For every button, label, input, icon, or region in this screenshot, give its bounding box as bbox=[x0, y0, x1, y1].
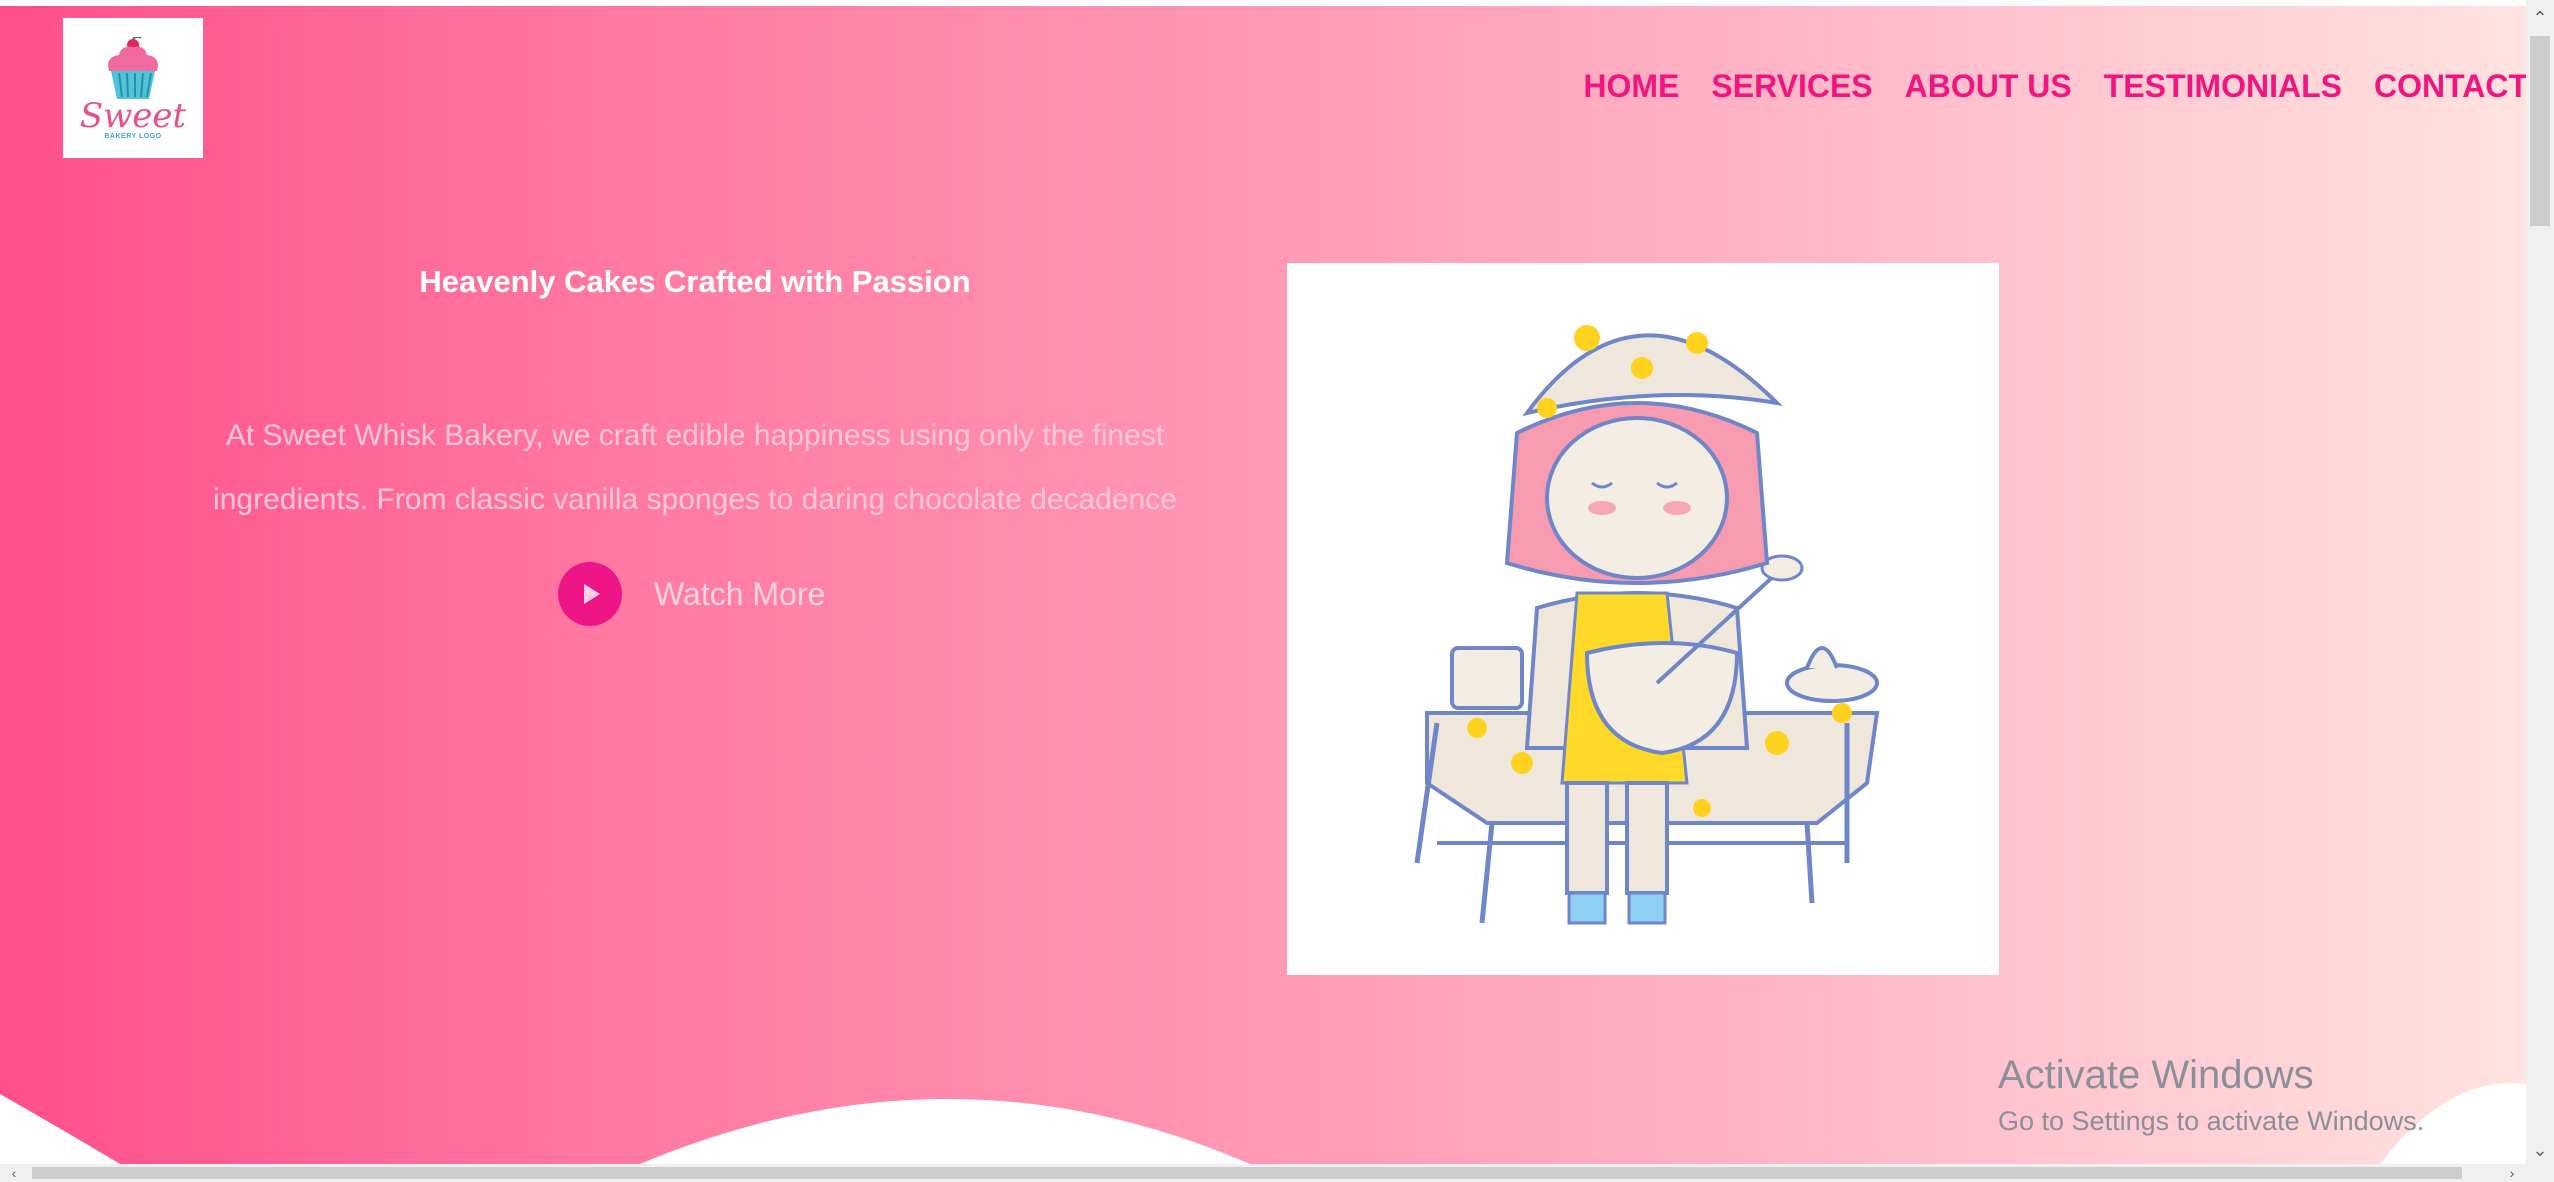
logo-sub-text: BAKERY LOGO bbox=[104, 132, 162, 140]
nav-contact[interactable]: CONTACT bbox=[2374, 68, 2526, 105]
activation-subtitle: Go to Settings to activate Windows. bbox=[1998, 1106, 2425, 1136]
hero-description: At Sweet Whisk Bakery, we craft edible h… bbox=[160, 404, 1230, 532]
hero-title: Heavenly Cakes Crafted with Passion bbox=[419, 264, 971, 299]
play-icon[interactable] bbox=[558, 562, 622, 626]
site-logo[interactable]: Sweet BAKERY LOGO bbox=[63, 18, 203, 158]
horizontal-scrollbar[interactable]: ‹ › bbox=[0, 1164, 2526, 1182]
main-nav: HOME SERVICES ABOUT US TESTIMONIALS CONT… bbox=[1583, 68, 2526, 105]
baker-illustration bbox=[1287, 263, 1999, 975]
watch-more-label: Watch More bbox=[654, 575, 826, 612]
hero-section: Sweet BAKERY LOGO HOME SERVICES ABOUT US… bbox=[0, 6, 2526, 1164]
horizontal-scrollbar-thumb[interactable] bbox=[32, 1167, 2462, 1179]
vertical-scrollbar-thumb[interactable] bbox=[2530, 36, 2550, 226]
nav-home[interactable]: HOME bbox=[1583, 68, 1679, 105]
activation-title: Activate Windows bbox=[1998, 1053, 2314, 1097]
windows-activation-watermark: Activate Windows Go to Settings to activ… bbox=[1998, 1049, 2424, 1141]
nav-testimonials[interactable]: TESTIMONIALS bbox=[2104, 68, 2342, 105]
logo-script-text: Sweet bbox=[79, 95, 187, 136]
scrollbar-corner bbox=[2526, 1164, 2554, 1182]
chevron-left-icon[interactable]: ‹ bbox=[0, 1164, 28, 1182]
chevron-right-icon[interactable]: › bbox=[2498, 1164, 2526, 1182]
nav-services[interactable]: SERVICES bbox=[1711, 68, 1872, 105]
hero-description-line-2: ingredients. From classic vanilla sponge… bbox=[213, 483, 1177, 516]
cupcake-icon bbox=[108, 36, 158, 99]
nav-about-us[interactable]: ABOUT US bbox=[1905, 68, 2072, 105]
chevron-down-icon[interactable]: ⌄ bbox=[2526, 1136, 2554, 1164]
chevron-up-icon[interactable]: ⌃ bbox=[2526, 4, 2554, 32]
hero-description-line-1: At Sweet Whisk Bakery, we craft edible h… bbox=[225, 419, 1165, 452]
vertical-scrollbar[interactable]: ⌃ ⌄ bbox=[2526, 0, 2554, 1164]
watch-more-button[interactable]: Watch More bbox=[558, 562, 825, 626]
